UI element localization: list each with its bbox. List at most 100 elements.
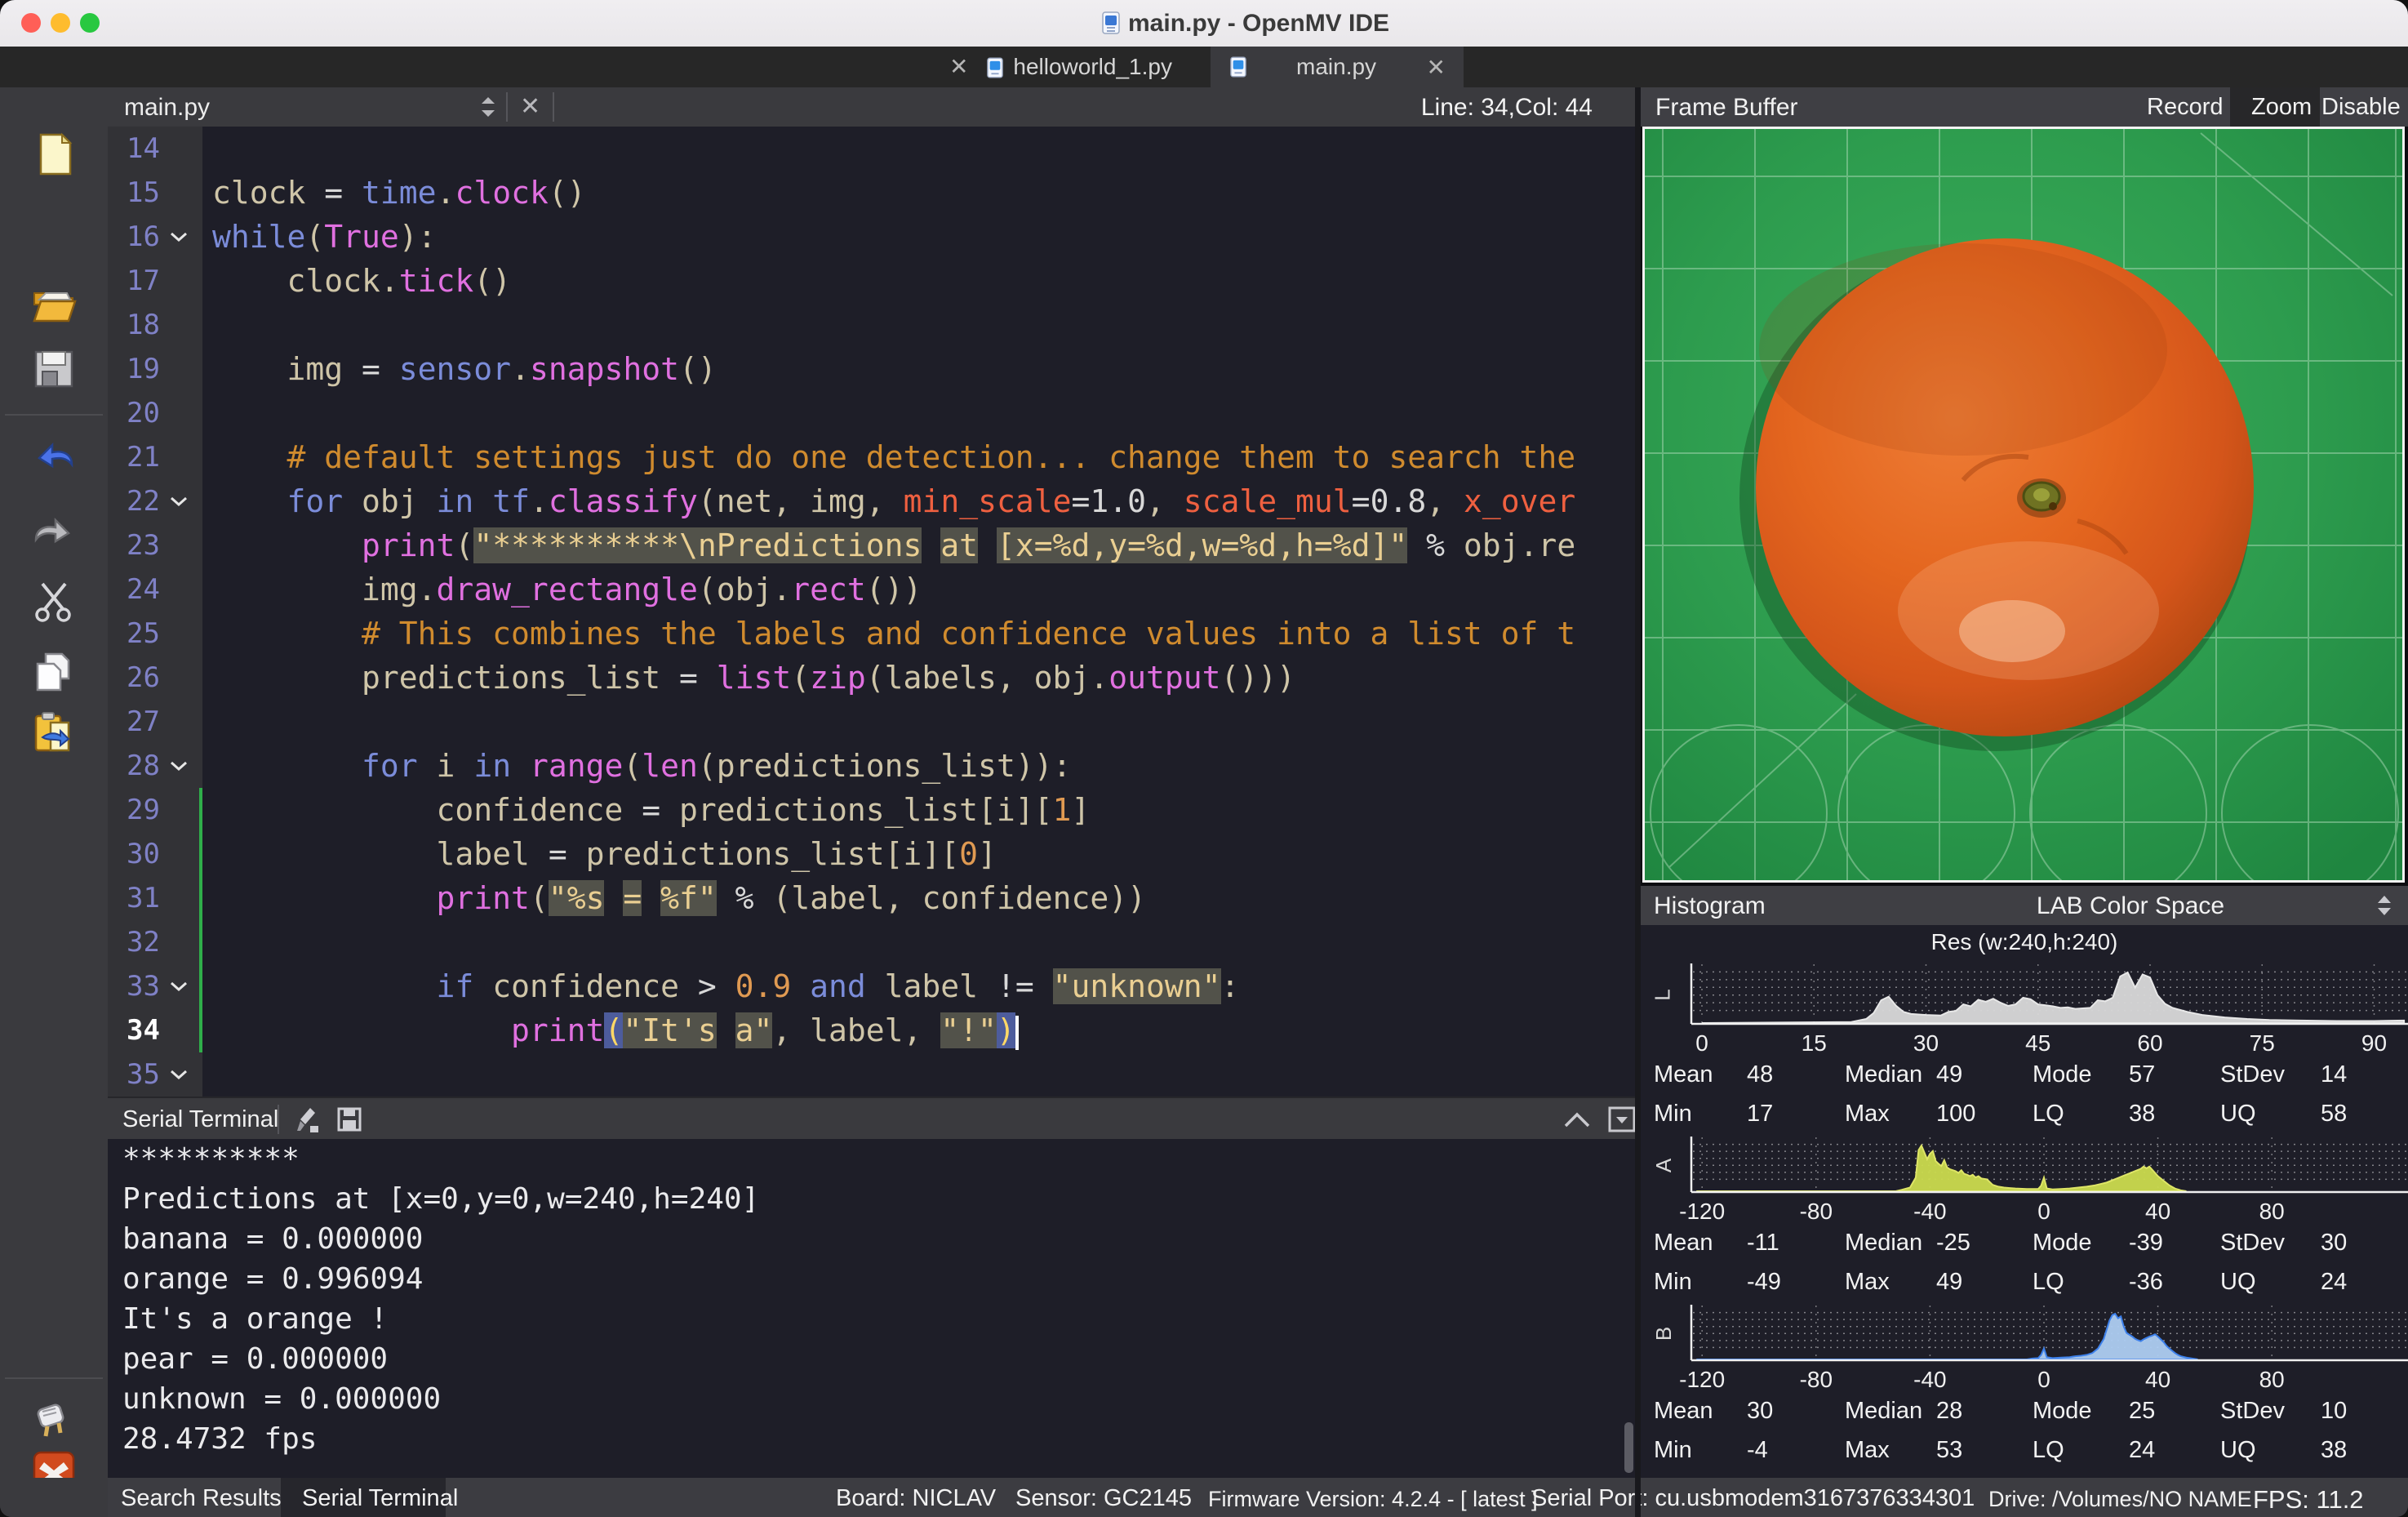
save-file-button[interactable]: [31, 345, 77, 391]
zoom-button[interactable]: Zoom: [2251, 94, 2312, 121]
axis-tick-label: -80: [1800, 1367, 1833, 1393]
fold-chevron-icon[interactable]: [170, 231, 188, 247]
new-file-button[interactable]: [31, 131, 77, 177]
gutter-row: 15: [108, 171, 202, 215]
stat-value: 48: [1747, 1061, 1773, 1088]
code-line-32[interactable]: [207, 920, 1635, 964]
code-line-16[interactable]: while(True):: [207, 215, 1635, 259]
code-line-21[interactable]: # default settings just do one detection…: [207, 435, 1635, 479]
stat-value: 28: [1936, 1398, 1962, 1425]
stat-label: UQ: [2220, 1437, 2256, 1464]
connect-button[interactable]: [31, 1397, 77, 1443]
collapse-panel-icon[interactable]: [1562, 1111, 1592, 1129]
stat-label: Median: [1845, 1061, 1922, 1088]
cut-button[interactable]: [31, 577, 77, 623]
gutter-row: 22: [108, 479, 202, 523]
serial-terminal-output[interactable]: **********Predictions at [x=0,y=0,w=240,…: [108, 1139, 1635, 1478]
separator: [278, 1105, 279, 1134]
change-indicator: [199, 832, 202, 876]
document-sort-icon[interactable]: [479, 96, 497, 118]
code-line-35[interactable]: [207, 1052, 1635, 1097]
code-line-19[interactable]: img = sensor.snapshot(): [207, 347, 1635, 391]
code-line-33[interactable]: if confidence > 0.9 and label != "unknow…: [207, 964, 1635, 1008]
fold-chevron-icon[interactable]: [170, 981, 188, 996]
terminal-scrollbar[interactable]: [1624, 1422, 1633, 1473]
stat-value: -4: [1747, 1437, 1768, 1464]
terminal-line: pear = 0.000000: [108, 1339, 1635, 1379]
status-tab-serial-terminal[interactable]: Serial Terminal: [302, 1485, 458, 1512]
axis-tick-label: 0: [1695, 1030, 1708, 1057]
stat-value: 57: [2129, 1061, 2155, 1088]
clear-terminal-icon[interactable]: [294, 1106, 322, 1134]
close-tab-icon[interactable]: ✕: [1427, 54, 1446, 81]
stat-value: -11: [1747, 1230, 1779, 1257]
code-line-17[interactable]: clock.tick(): [207, 259, 1635, 303]
fullscreen-window-button[interactable]: [80, 13, 100, 33]
stat-label: Min: [1654, 1437, 1692, 1464]
copy-button[interactable]: [31, 649, 77, 695]
paste-button[interactable]: [31, 710, 77, 755]
gutter-row: 21: [108, 435, 202, 479]
color-space-dropdown[interactable]: LAB Color Space: [2037, 892, 2224, 920]
gutter-row: 35: [108, 1052, 202, 1097]
terminal-line: banana = 0.000000: [108, 1219, 1635, 1259]
code-line-20[interactable]: [207, 391, 1635, 435]
axis-tick-label: 0: [2037, 1199, 2050, 1225]
stat-value: 24: [2321, 1269, 2347, 1296]
stat-value: 10: [2321, 1398, 2347, 1425]
tab-main-active[interactable]: main.py ✕: [1211, 47, 1464, 87]
separator: [506, 92, 508, 122]
fold-chevron-icon[interactable]: [170, 496, 188, 511]
record-button[interactable]: Record: [2147, 94, 2224, 121]
line-number: 23: [108, 523, 160, 567]
code-line-25[interactable]: # This combines the labels and confidenc…: [207, 612, 1635, 656]
tab-helloworld[interactable]: ✕ helloworld_1.py: [949, 53, 1172, 80]
code-line-15[interactable]: clock = time.clock(): [207, 171, 1635, 215]
tab-label[interactable]: main.py: [1296, 54, 1376, 80]
tab-label[interactable]: helloworld_1.py: [1013, 54, 1172, 79]
minimize-window-button[interactable]: [51, 13, 70, 33]
camera-frame-orange-image[interactable]: [1642, 127, 2405, 883]
code-line-29[interactable]: confidence = predictions_list[i][1]: [207, 788, 1635, 832]
document-tab-bar: ✕ helloworld_1.py main.py ✕: [0, 47, 2408, 89]
toolbar-separator: [5, 414, 103, 416]
code-editor[interactable]: 1415161718192021222324252627282930313233…: [108, 127, 1635, 1097]
frame-buffer-header: Frame Buffer Record Zoom Disable: [1641, 87, 2408, 127]
code-line-31[interactable]: print("%s = %f" % (label, confidence)): [207, 876, 1635, 920]
code-line-30[interactable]: label = predictions_list[i][0]: [207, 832, 1635, 876]
serial-terminal-header: Serial Terminal: [108, 1097, 1635, 1141]
open-document-selector[interactable]: main.py: [124, 94, 210, 122]
close-tab-icon[interactable]: ✕: [949, 54, 968, 79]
redo-button[interactable]: [31, 505, 77, 551]
line-number: 18: [108, 303, 160, 347]
code-line-14[interactable]: [207, 127, 1635, 171]
color-space-spinner-icon[interactable]: [2375, 894, 2393, 917]
save-terminal-icon[interactable]: [336, 1106, 362, 1132]
panel-divider[interactable]: [1635, 87, 1641, 1517]
code-line-24[interactable]: img.draw_rectangle(obj.rect()): [207, 567, 1635, 612]
disable-button[interactable]: Disable: [2321, 94, 2401, 121]
code-line-22[interactable]: for obj in tf.classify(net, img, min_sca…: [207, 479, 1635, 523]
gutter-row: 31: [108, 876, 202, 920]
close-window-button[interactable]: [21, 13, 41, 33]
undo-button[interactable]: [31, 430, 77, 476]
line-number: 32: [108, 920, 160, 964]
code-line-28[interactable]: for i in range(len(predictions_list)):: [207, 744, 1635, 788]
panel-menu-icon[interactable]: [1608, 1106, 1636, 1132]
code-line-26[interactable]: predictions_list = list(zip(labels, obj.…: [207, 656, 1635, 700]
code-line-23[interactable]: print("**********\nPredictions at [x=%d,…: [207, 523, 1635, 567]
fold-chevron-icon[interactable]: [170, 1069, 188, 1084]
code-line-27[interactable]: [207, 700, 1635, 744]
stat-label: Max: [1845, 1269, 1890, 1296]
line-number: 27: [108, 700, 160, 744]
editor-code-area[interactable]: clock = time.clock()while(True): clock.t…: [207, 127, 1635, 1097]
change-indicator: [199, 1008, 202, 1052]
code-line-18[interactable]: [207, 303, 1635, 347]
status-tab-search-results[interactable]: Search Results: [121, 1485, 282, 1512]
window-title: main.py - OpenMV IDE: [1102, 10, 1389, 38]
code-line-34[interactable]: print("It's a", label, "!"): [207, 1008, 1635, 1052]
open-file-button[interactable]: [31, 282, 77, 327]
close-document-icon[interactable]: ✕: [520, 92, 540, 121]
gutter-row: 26: [108, 656, 202, 700]
fold-chevron-icon[interactable]: [170, 760, 188, 776]
